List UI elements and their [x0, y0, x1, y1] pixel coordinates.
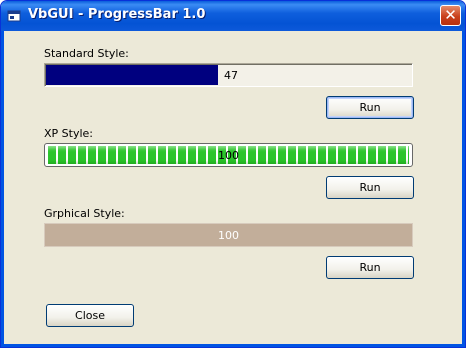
graphical-run-button[interactable]: Run [326, 256, 414, 279]
close-window-button[interactable]: ✕ [440, 5, 461, 26]
graphical-progress-value: 100 [218, 229, 239, 242]
xp-progress-value: 100 [218, 149, 239, 162]
xp-style-label: XP Style: [44, 127, 94, 140]
graphical-progress-bar: 100 [44, 223, 413, 247]
window-title: VbGUI - ProgressBar 1.0 [28, 7, 206, 22]
standard-progress-value: 47 [224, 69, 238, 82]
xp-run-button[interactable]: Run [326, 176, 414, 199]
window-frame-bottom [1, 344, 465, 347]
xp-progress-bar: 100 [44, 143, 413, 167]
standard-style-label: Standard Style: [44, 47, 129, 60]
title-bar[interactable]: VbGUI - ProgressBar 1.0 ✕ [1, 1, 465, 31]
graphical-style-label: Grphical Style: [44, 207, 125, 220]
window-frame-left [1, 31, 4, 347]
close-icon: ✕ [444, 6, 457, 24]
standard-run-button[interactable]: Run [326, 96, 414, 119]
progressbar-window: VbGUI - ProgressBar 1.0 ✕ Standard Style… [0, 0, 466, 348]
standard-progress-fill [46, 65, 218, 85]
window-app-icon[interactable] [7, 9, 21, 23]
window-frame-right [462, 31, 465, 347]
standard-progress-bar: 47 [44, 63, 413, 87]
close-button[interactable]: Close [46, 304, 134, 327]
